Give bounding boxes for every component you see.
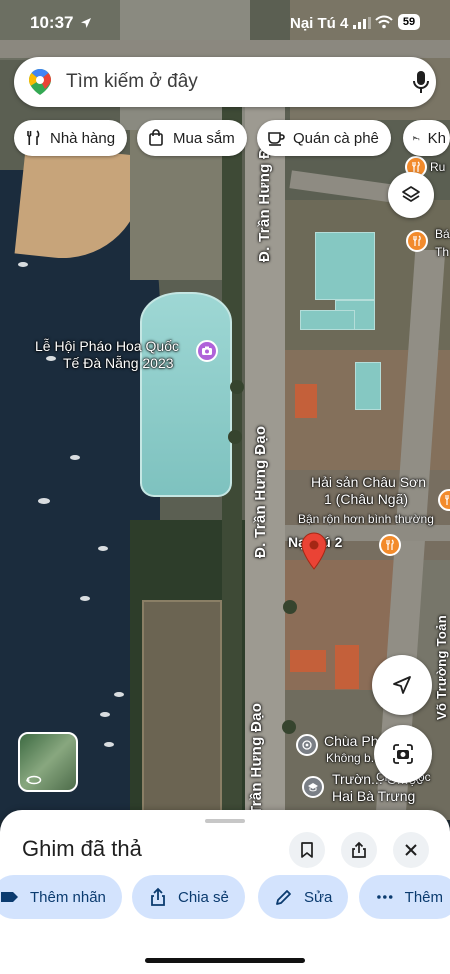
poi-label-ru[interactable]: Ru (430, 160, 445, 174)
sheet-title: Ghim đã thả (22, 836, 142, 861)
status-bar: 10:37 Nại Tú 4 59 (0, 0, 450, 44)
boat (46, 356, 56, 361)
boat (18, 262, 28, 267)
chip-label: Nhà hàng (50, 129, 116, 147)
chip-label: Quán cà phê (293, 129, 379, 147)
street-view-thumbnail[interactable] (18, 732, 78, 792)
temple-icon[interactable] (296, 734, 318, 756)
layers-icon (402, 186, 420, 202)
share-icon (151, 887, 165, 906)
pencil-icon (276, 890, 291, 905)
fork-knife-icon (27, 130, 40, 145)
tree (282, 720, 296, 734)
status-time: 10:37 (30, 13, 74, 32)
event-label-line1[interactable]: Lễ Hội Pháo Hoa Quốc (35, 338, 179, 355)
shopping-bag-icon (149, 129, 163, 146)
label-icon (1, 892, 18, 902)
share-button[interactable] (341, 832, 377, 868)
restaurant-icon[interactable] (379, 534, 401, 556)
chip-coffee[interactable]: Quán cà phê (257, 120, 391, 156)
my-location-button[interactable] (372, 655, 432, 715)
carrier-name: Nại Tú 4 (290, 15, 349, 32)
microphone-icon[interactable] (412, 70, 430, 94)
boat (38, 498, 50, 504)
close-icon (405, 844, 417, 856)
search-placeholder[interactable]: Tìm kiếm ở đây (66, 71, 198, 93)
location-arrow-icon (81, 18, 91, 28)
chip-hotels[interactable]: Kh (403, 120, 450, 156)
sheet-drag-handle[interactable] (205, 819, 245, 823)
tree (283, 600, 297, 614)
temple-sub-label: Không b... (326, 751, 381, 765)
event-label-line2[interactable]: Tế Đà Nẵng 2023 (63, 355, 174, 372)
chip-shopping[interactable]: Mua sắm (137, 120, 247, 156)
action-label: Chia sẻ (178, 888, 229, 906)
action-label: Thêm nhãn (30, 888, 106, 906)
signal-icon (353, 17, 371, 29)
boat (98, 546, 108, 551)
school-label-line2[interactable]: Hai Bà Trưng (332, 788, 415, 805)
google-maps-pin-icon (29, 69, 51, 95)
search-bar[interactable]: Tìm kiếm ở đây (14, 57, 436, 107)
poi-label-ba[interactable]: Bá (435, 227, 450, 241)
navigation-arrow-icon (393, 676, 411, 694)
boat (104, 742, 114, 747)
action-label: Thêm (404, 888, 443, 906)
boat (70, 455, 80, 460)
home-indicator[interactable] (145, 958, 305, 963)
coffee-icon (268, 132, 285, 146)
chip-label: Kh (427, 129, 446, 147)
lens-camera-icon (393, 744, 413, 764)
building-roof (300, 310, 355, 330)
share-action-button[interactable]: Chia sẻ (132, 875, 245, 919)
rotate-360-icon (26, 775, 42, 785)
edit-button[interactable]: Sửa (258, 875, 349, 919)
tree (230, 380, 244, 394)
bed-icon (413, 136, 420, 141)
road-label: Võ Trường Toản (434, 615, 449, 720)
save-button[interactable] (289, 832, 325, 868)
seafood-busy-status: Bận rộn hơn bình thường (298, 512, 434, 526)
road-label: Đ. Trần Hưng Đạo (252, 425, 269, 558)
camera-icon[interactable] (196, 340, 218, 362)
field-area (142, 600, 222, 820)
wifi-icon (375, 15, 393, 29)
close-button[interactable] (393, 832, 429, 868)
add-label-button[interactable]: Thêm nhãn (0, 875, 122, 919)
seafood-label-line1[interactable]: Hải sản Châu Sơn (311, 474, 426, 491)
bookmark-icon (301, 842, 313, 858)
tree (228, 430, 242, 444)
building-roof (315, 232, 375, 300)
battery-indicator: 59 (398, 14, 420, 30)
chip-restaurants[interactable]: Nhà hàng (14, 120, 128, 156)
event-venue-roof (140, 292, 232, 497)
share-icon (352, 841, 366, 858)
lens-camera-button[interactable] (374, 725, 432, 783)
more-button[interactable]: Thêm (359, 875, 450, 919)
boat (114, 692, 124, 697)
action-label: Sửa (304, 888, 333, 906)
chip-label: Mua sắm (173, 129, 235, 147)
boat (80, 596, 90, 601)
building-roof (295, 384, 317, 418)
road-label: Trần Hưng Đạo (248, 702, 265, 815)
seafood-label-line2[interactable]: 1 (Châu Ngã) (324, 491, 408, 508)
more-icon (377, 895, 393, 899)
boat (100, 712, 110, 717)
school-icon[interactable] (302, 776, 324, 798)
dropped-pin-icon[interactable] (301, 532, 327, 570)
building-roof (355, 362, 381, 410)
building-roof (335, 645, 359, 689)
restaurant-icon[interactable] (406, 230, 428, 252)
building-roof (290, 650, 326, 672)
poi-label-th[interactable]: Th (435, 245, 449, 259)
layers-button[interactable] (388, 172, 434, 218)
